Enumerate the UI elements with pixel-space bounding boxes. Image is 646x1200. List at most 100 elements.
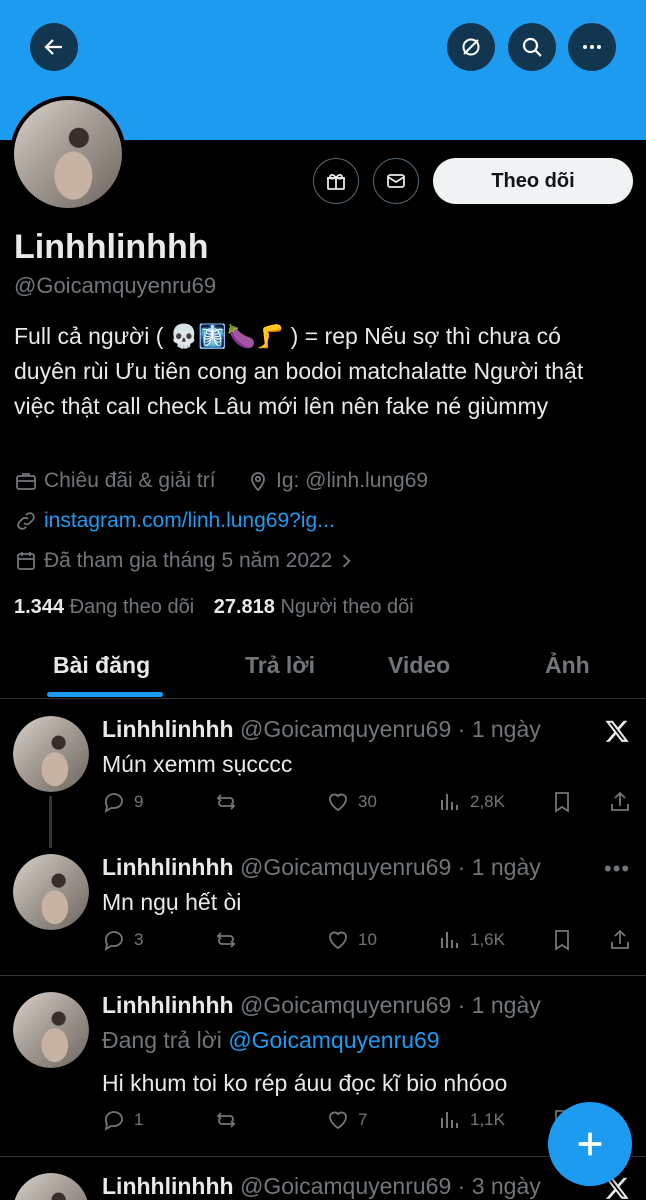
tweet-text: Hi khum toi ko rép áuu đọc kĩ bio nhóoo — [102, 1070, 508, 1096]
tweet-text: Mn ngụ hết òi — [102, 889, 242, 915]
share-icon — [611, 929, 629, 949]
location-label: Ig: @linh.lung69 — [276, 469, 429, 492]
search-button[interactable] — [508, 23, 556, 71]
views-button[interactable]: 1,6K — [438, 928, 505, 952]
views-icon — [441, 1112, 458, 1128]
tweet-meta: @Goicamquyenru69 · 1 ngày — [239, 716, 541, 742]
message-button[interactable] — [373, 158, 419, 204]
tab-posts[interactable]: Bài đăng — [53, 652, 150, 679]
reply-icon — [104, 931, 123, 951]
plus-icon — [578, 1132, 602, 1156]
tweet-header: Linhhlinhhh @Goicamquyenru69 · 3 ngày — [102, 1173, 541, 1200]
tweet-meta: @Goicamquyenru69 · 3 ngày — [239, 1173, 541, 1199]
tweet-text: Mún xemm sụcccc — [102, 751, 293, 777]
tweet-header: Linhhlinhhh @Goicamquyenru69 · 1 ngày — [102, 854, 541, 881]
profile-joined[interactable]: Đã tham gia tháng 5 năm 2022 — [14, 549, 362, 573]
reply-button[interactable]: 1 — [102, 1108, 143, 1132]
slash-circle-icon — [462, 38, 480, 56]
profile-handle: @Goicamquyenru69 — [14, 273, 217, 298]
views-button[interactable]: 1,1K — [438, 1108, 505, 1132]
retweet-button[interactable] — [214, 928, 246, 952]
share-icon — [611, 791, 629, 811]
tweet-actions: 3 10 1,6K — [102, 928, 632, 958]
tweet-author[interactable]: Linhhlinhhh — [102, 854, 234, 880]
tweet-author[interactable]: Linhhlinhhh — [102, 1173, 234, 1199]
tweet-header: Linhhlinhhh @Goicamquyenru69 · 1 ngày — [102, 992, 541, 1019]
tweet-avatar[interactable] — [13, 992, 89, 1068]
share-button[interactable] — [608, 928, 640, 952]
tweet-more-button[interactable]: ••• — [604, 856, 630, 882]
profile-avatar[interactable] — [10, 96, 126, 212]
share-button[interactable] — [608, 790, 640, 814]
briefcase-icon — [16, 473, 36, 490]
back-button[interactable] — [30, 23, 78, 71]
tab-replies[interactable]: Trả lời — [245, 652, 315, 679]
bookmark-button[interactable] — [550, 928, 582, 952]
tweet-avatar[interactable] — [13, 716, 89, 792]
follow-counts: 1.344 Đang theo dõi 27.818 Người theo dõ… — [14, 596, 414, 619]
more-icon — [583, 45, 601, 49]
gift-button[interactable] — [313, 158, 359, 204]
tweet-avatar[interactable] — [13, 854, 89, 930]
more-button[interactable] — [568, 23, 616, 71]
replying-to: Đang trả lời @Goicamquyenru69 — [102, 1027, 440, 1053]
reply-button[interactable]: 9 — [102, 790, 143, 814]
profile-tabs: Bài đăng Trả lời Video Ảnh — [0, 640, 646, 699]
views-button[interactable]: 2,8K — [438, 790, 505, 814]
profile-category: Chiêu đãi & giải trí — [14, 469, 216, 493]
bookmark-button[interactable] — [550, 790, 582, 814]
calendar-icon — [17, 552, 35, 570]
like-button[interactable]: 7 — [326, 1108, 367, 1132]
retweet-icon — [216, 794, 236, 810]
reply-icon — [104, 793, 123, 813]
hide-button[interactable] — [447, 23, 495, 71]
tweet-meta: @Goicamquyenru69 · 1 ngày — [239, 992, 541, 1018]
heart-icon — [329, 931, 347, 950]
profile-bio: Full cả người ( 💀🩻🍆🦵 ) = rep Nếu sợ thì … — [14, 323, 584, 419]
retweet-icon — [216, 932, 236, 948]
tab-video[interactable]: Video — [388, 652, 450, 679]
tweet-item[interactable]: Linhhlinhhh @Goicamquyenru69 · 1 ngày Mú… — [0, 700, 646, 848]
heart-icon — [329, 793, 347, 812]
compose-button[interactable] — [548, 1102, 632, 1186]
gift-icon — [327, 173, 345, 190]
arrow-left-icon — [44, 39, 62, 55]
category-label: Chiêu đãi & giải trí — [44, 469, 216, 492]
bookmark-icon — [555, 792, 569, 813]
tweet-avatar[interactable] — [13, 1173, 89, 1200]
tweet-header: Linhhlinhhh @Goicamquyenru69 · 1 ngày — [102, 716, 541, 743]
tweet-author[interactable]: Linhhlinhhh — [102, 716, 234, 742]
like-button[interactable]: 10 — [326, 928, 377, 952]
chevron-right-icon — [343, 554, 352, 568]
profile-website[interactable]: instagram.com/linh.lung69?ig... — [14, 509, 335, 533]
tab-photos[interactable]: Ảnh — [545, 652, 590, 679]
views-icon — [441, 932, 458, 948]
like-button[interactable]: 30 — [326, 790, 377, 814]
tweet-item[interactable]: Linhhlinhhh @Goicamquyenru69 · 1 ngày Đa… — [0, 976, 646, 1156]
x-logo-icon — [605, 720, 629, 742]
retweet-button[interactable] — [214, 1108, 246, 1132]
reply-button[interactable]: 3 — [102, 928, 143, 952]
search-icon — [522, 37, 542, 57]
tweet-item[interactable]: Linhhlinhhh @Goicamquyenru69 · 3 ngày — [0, 1157, 646, 1200]
profile-name: Linhhlinhhh — [14, 228, 209, 266]
tweet-author[interactable]: Linhhlinhhh — [102, 992, 234, 1018]
joined-label: Đã tham gia tháng 5 năm 2022 — [44, 549, 333, 572]
following-link[interactable]: 1.344 Đang theo dõi — [14, 596, 194, 618]
replying-to-handle[interactable]: @Goicamquyenru69 — [228, 1027, 439, 1053]
tweet-meta: @Goicamquyenru69 · 1 ngày — [239, 854, 541, 880]
bookmark-icon — [555, 930, 569, 951]
website-link[interactable]: instagram.com/linh.lung69?ig... — [44, 509, 335, 533]
retweet-button[interactable] — [214, 790, 246, 814]
retweet-icon — [216, 1112, 236, 1128]
followers-link[interactable]: 27.818 Người theo dõi — [214, 596, 414, 618]
views-icon — [441, 794, 458, 810]
mail-icon — [387, 174, 405, 188]
tweet-item[interactable]: Linhhlinhhh @Goicamquyenru69 · 1 ngày ••… — [0, 838, 646, 976]
reply-icon — [104, 1111, 123, 1131]
location-pin-icon — [251, 472, 265, 492]
tweet-actions: 9 30 2,8K — [102, 790, 632, 820]
active-tab-indicator — [47, 692, 163, 697]
profile-location: Ig: @linh.lung69 — [246, 469, 428, 493]
follow-button[interactable]: Theo dõi — [433, 158, 633, 204]
